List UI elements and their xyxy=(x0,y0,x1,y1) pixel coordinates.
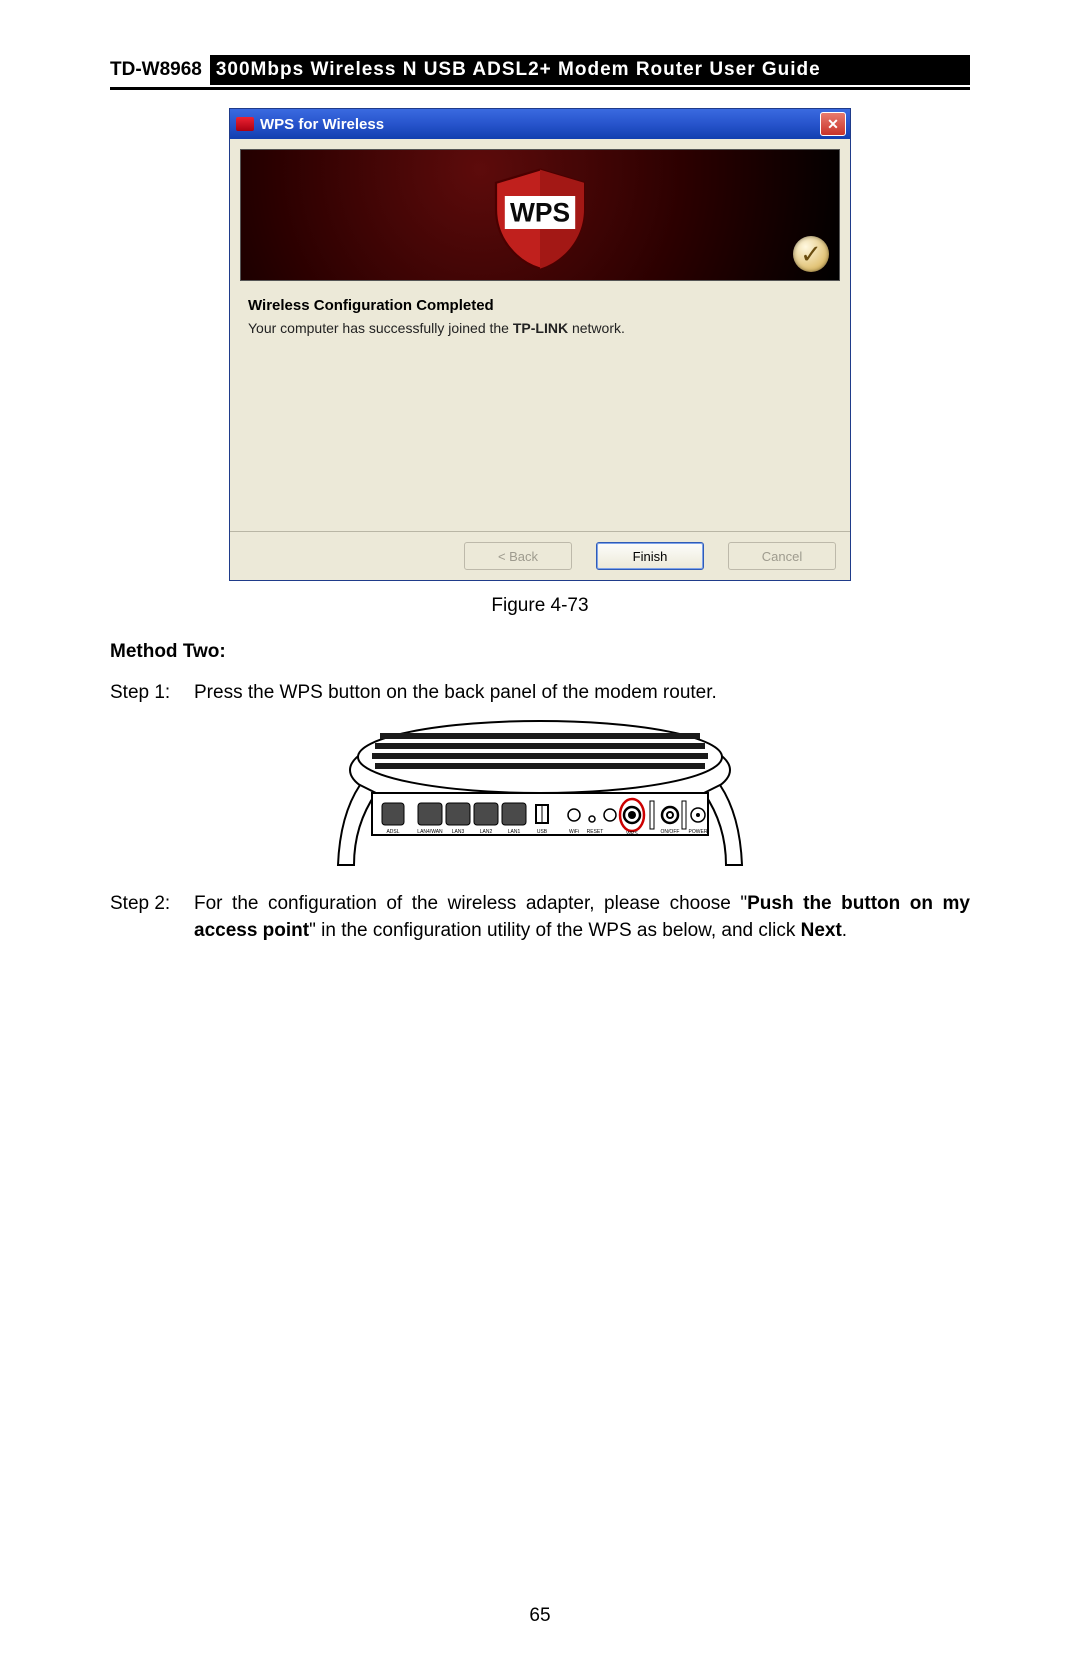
svg-text:ADSL: ADSL xyxy=(386,829,399,835)
step-label: Step 2: xyxy=(110,890,194,945)
svg-text:WiFi: WiFi xyxy=(569,829,579,835)
cancel-button[interactable]: Cancel xyxy=(728,542,836,570)
router-back-panel-illustration: ADSL LAN4/WAN LAN3 LAN2 LAN1 USB WiFi RE… xyxy=(320,715,760,880)
step-label: Step 1: xyxy=(110,679,194,707)
header-title: 300Mbps Wireless N USB ADSL2+ Modem Rout… xyxy=(210,55,970,85)
method-two-heading: Method Two: xyxy=(110,641,970,663)
dialog-banner: WPS ✓ xyxy=(230,139,850,291)
step-1: Step 1: Press the WPS button on the back… xyxy=(110,679,970,707)
svg-text:LAN1: LAN1 xyxy=(508,829,521,835)
figure-caption: Figure 4-73 xyxy=(110,595,970,617)
back-button[interactable]: < Back xyxy=(464,542,572,570)
svg-text:LAN3: LAN3 xyxy=(452,829,465,835)
step-text: Press the WPS button on the back panel o… xyxy=(194,679,970,707)
svg-text:WPS: WPS xyxy=(510,197,570,227)
svg-text:LAN4/WAN: LAN4/WAN xyxy=(417,829,443,835)
step-2: Step 2: For the configuration of the wir… xyxy=(110,890,970,945)
success-check-icon: ✓ xyxy=(793,236,829,272)
svg-text:WPS: WPS xyxy=(626,831,638,837)
page-number: 65 xyxy=(110,1605,970,1627)
close-icon[interactable]: ✕ xyxy=(820,112,846,136)
step-text: For the configuration of the wireless ad… xyxy=(194,890,970,945)
dialog-titlebar: WPS for Wireless ✕ xyxy=(230,109,850,139)
dialog-heading: Wireless Configuration Completed xyxy=(248,297,832,314)
dialog-title: WPS for Wireless xyxy=(260,116,384,133)
svg-text:USB: USB xyxy=(537,829,548,835)
wps-dialog: WPS for Wireless ✕ WPS ✓ xyxy=(229,108,851,581)
page-header: TD-W8968 300Mbps Wireless N USB ADSL2+ M… xyxy=(110,55,970,90)
svg-text:ON/OFF: ON/OFF xyxy=(661,829,680,835)
finish-button[interactable]: Finish xyxy=(596,542,704,570)
dialog-footer: < Back Finish Cancel xyxy=(230,531,850,580)
wps-app-icon xyxy=(236,117,254,131)
dialog-message: Your computer has successfully joined th… xyxy=(248,320,832,336)
dialog-body: Wireless Configuration Completed Your co… xyxy=(230,291,850,531)
wps-shield-icon: WPS xyxy=(485,163,595,273)
header-model: TD-W8968 xyxy=(110,55,210,85)
svg-text:LAN2: LAN2 xyxy=(480,829,493,835)
svg-text:POWER: POWER xyxy=(689,829,708,835)
svg-text:RESET: RESET xyxy=(587,829,604,835)
